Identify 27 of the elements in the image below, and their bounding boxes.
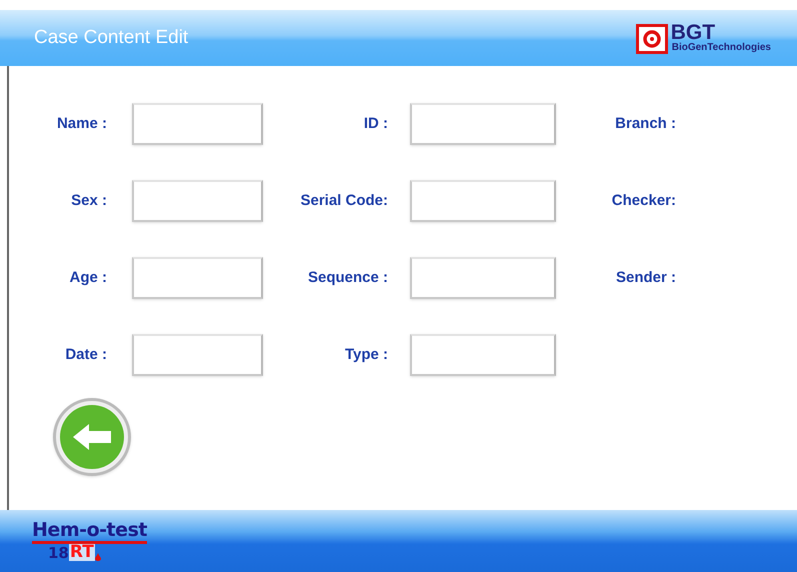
product-logo-text: Hem-o-test bbox=[32, 521, 148, 544]
field-label: Type : bbox=[344, 344, 388, 365]
input-field[interactable] bbox=[132, 103, 263, 145]
field-label: Date : bbox=[64, 344, 107, 365]
field-label: Sex : bbox=[70, 190, 107, 211]
drop-icon bbox=[94, 553, 101, 561]
field-label: Serial Code: bbox=[299, 190, 388, 211]
window-title: Case Content Edit bbox=[34, 26, 188, 50]
logo-text: BGT bbox=[670, 22, 716, 43]
input-field[interactable] bbox=[132, 257, 263, 299]
info-label: Checker: bbox=[610, 190, 676, 211]
input-field[interactable] bbox=[410, 334, 556, 376]
input-field[interactable] bbox=[132, 180, 263, 222]
field-label: Age : bbox=[68, 268, 107, 288]
info-label: Sender : bbox=[614, 268, 676, 288]
input-field[interactable] bbox=[410, 257, 556, 299]
input-field[interactable] bbox=[132, 334, 263, 376]
field-label: Name : bbox=[56, 114, 107, 134]
product-model-suffix: RT bbox=[68, 544, 95, 561]
input-field[interactable] bbox=[410, 180, 556, 222]
field-label: Sequence : bbox=[306, 268, 388, 288]
info-label: Branch : bbox=[614, 114, 676, 134]
field-label: ID : bbox=[362, 114, 388, 134]
logo-subtitle: BioGenTechnologies bbox=[672, 43, 771, 53]
product-model-number: 18 bbox=[48, 546, 69, 561]
logo-icon bbox=[636, 24, 668, 54]
input-field[interactable] bbox=[410, 103, 556, 145]
